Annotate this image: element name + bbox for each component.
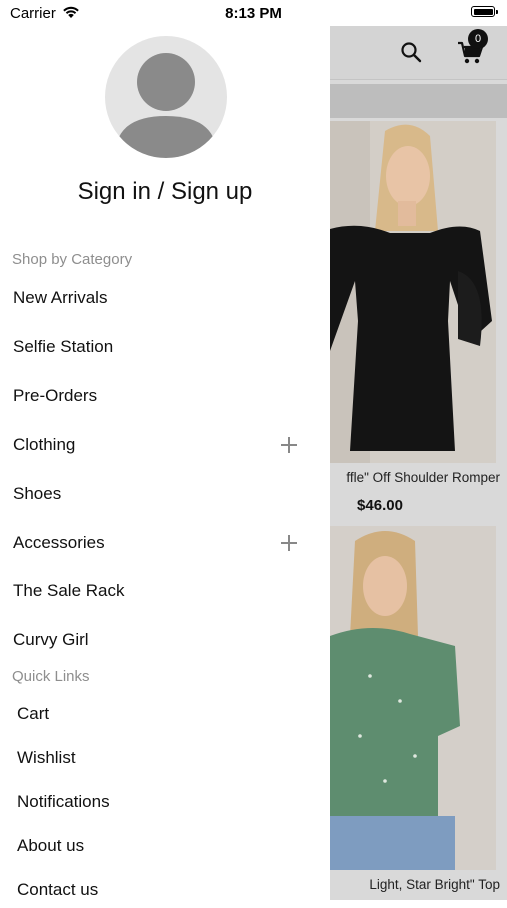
menu-item-label: New Arrivals	[13, 288, 108, 307]
status-bar: Carrier 8:13 PM	[0, 0, 507, 26]
side-drawer: Sign in / Sign up Shop by Category New A…	[0, 26, 330, 900]
status-time: 8:13 PM	[225, 5, 282, 22]
menu-item-selfie-station[interactable]: Selfie Station	[0, 327, 330, 367]
app-header: 0	[330, 26, 507, 80]
product-image[interactable]	[330, 526, 496, 870]
product-name[interactable]: ffle" Off Shoulder Romper	[330, 470, 500, 485]
menu-item-label: Pre-Orders	[13, 386, 98, 405]
menu-item-accessories[interactable]: Accessories	[0, 523, 330, 563]
section-title-category: Shop by Category	[12, 251, 133, 268]
menu-item-shoes[interactable]: Shoes	[0, 474, 330, 514]
battery-icon	[471, 6, 498, 17]
plus-icon[interactable]	[281, 535, 297, 551]
quick-link-label: About us	[17, 836, 85, 855]
menu-item-label: Selfie Station	[13, 337, 114, 356]
menu-item-curvy-girl[interactable]: Curvy Girl	[0, 620, 330, 660]
product-price: $46.00	[357, 497, 403, 514]
menu-item-sale-rack[interactable]: The Sale Rack	[0, 571, 330, 611]
menu-item-new-arrivals[interactable]: New Arrivals	[0, 278, 330, 318]
menu-item-label: Clothing	[13, 435, 76, 454]
quick-link-label: Cart	[17, 704, 50, 723]
background-product-list[interactable]: 0 ffle" Off Shoulder Romper $46.00 Light…	[330, 26, 507, 900]
section-title-quick-links: Quick Links	[12, 668, 90, 685]
quick-link-about-us[interactable]: About us	[0, 828, 330, 864]
menu-item-label: Curvy Girl	[13, 630, 89, 649]
quick-link-wishlist[interactable]: Wishlist	[0, 740, 330, 776]
quick-link-contact-us[interactable]: Contact us	[0, 872, 330, 908]
product-image[interactable]	[330, 121, 496, 463]
quick-link-label: Contact us	[17, 880, 99, 899]
quick-link-notifications[interactable]: Notifications	[0, 784, 330, 820]
quick-link-label: Wishlist	[17, 748, 76, 767]
cart-count-badge: 0	[468, 29, 488, 49]
search-icon[interactable]	[400, 41, 422, 63]
menu-item-pre-orders[interactable]: Pre-Orders	[0, 376, 330, 416]
menu-item-label: The Sale Rack	[13, 581, 125, 600]
menu-item-clothing[interactable]: Clothing	[0, 425, 330, 465]
signin-link[interactable]: Sign in / Sign up	[0, 178, 330, 206]
product-photo-romper	[330, 121, 496, 463]
avatar-placeholder-icon[interactable]	[105, 36, 227, 158]
product-name[interactable]: Light, Star Bright" Top	[330, 877, 500, 892]
menu-item-label: Accessories	[13, 533, 105, 552]
filter-bar	[330, 84, 507, 118]
product-photo-top	[330, 526, 496, 870]
quick-link-cart[interactable]: Cart	[0, 696, 330, 732]
quick-link-label: Notifications	[17, 792, 110, 811]
menu-item-label: Shoes	[13, 484, 62, 503]
plus-icon[interactable]	[281, 437, 297, 453]
